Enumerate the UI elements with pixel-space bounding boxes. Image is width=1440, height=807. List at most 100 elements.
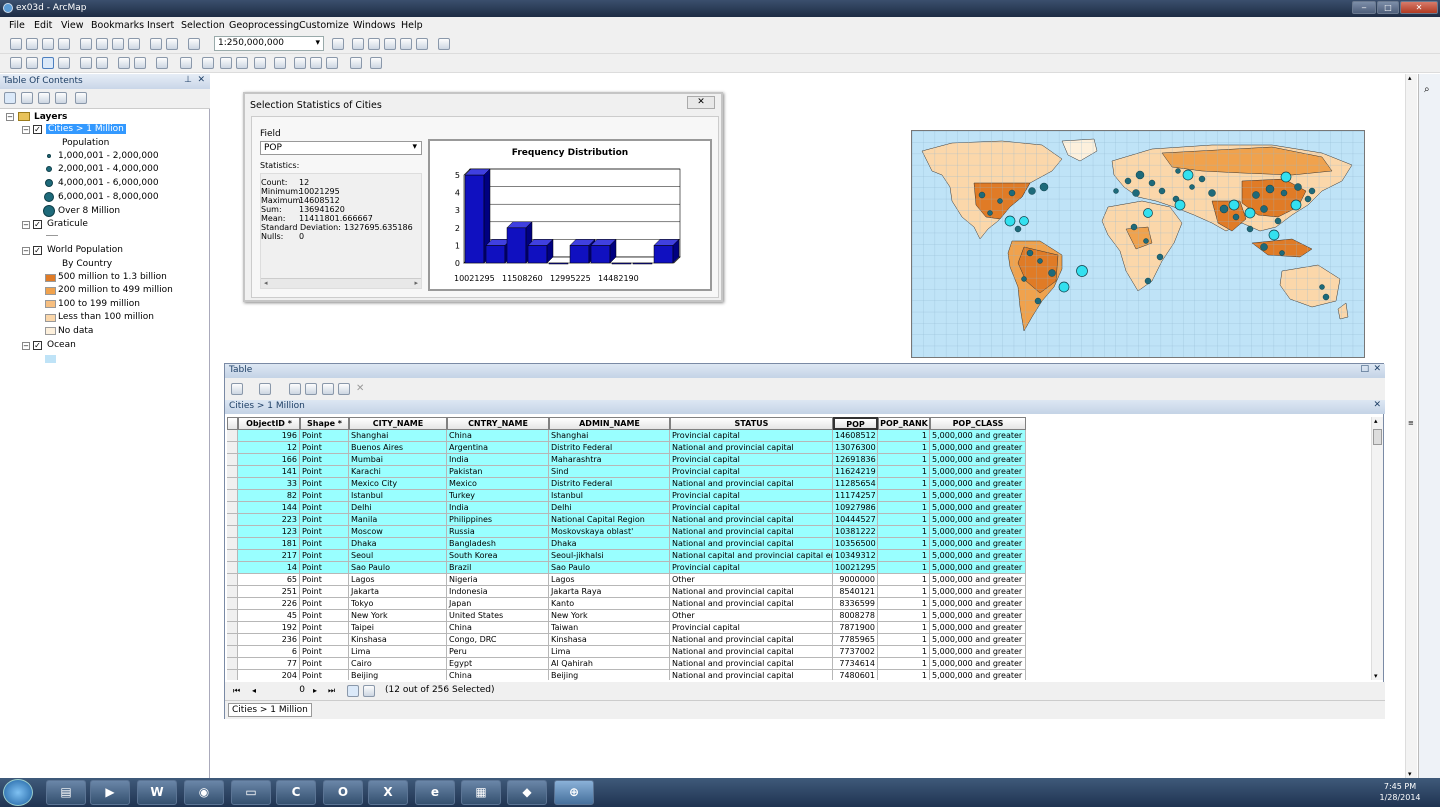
- search-side-tab[interactable]: ⌕: [1418, 74, 1440, 778]
- cell-cntry-name[interactable]: China: [447, 622, 549, 634]
- next-record-icon[interactable]: ▸: [313, 686, 317, 695]
- cell-admin-name[interactable]: Moskovskaya oblast': [549, 526, 670, 538]
- cell-pop-rank[interactable]: 1: [878, 574, 930, 586]
- search-window-icon[interactable]: [384, 38, 396, 50]
- table-row[interactable]: 14 Point Sao Paulo Brazil Sao Paulo Provincia…: [227, 562, 1027, 574]
- arccatalog-icon[interactable]: ◆: [507, 780, 547, 805]
- cell-city-name[interactable]: Tokyo: [349, 598, 447, 610]
- expand-ocean-icon[interactable]: −: [22, 342, 30, 350]
- cell-objectid[interactable]: 6: [238, 646, 300, 658]
- cell-cntry-name[interactable]: India: [447, 502, 549, 514]
- cell-pop-rank[interactable]: 1: [878, 442, 930, 454]
- cell-pop-rank[interactable]: 1: [878, 670, 930, 680]
- cell-objectid[interactable]: 82: [238, 490, 300, 502]
- table-row[interactable]: 33 Point Mexico City Mexico Distrito Federal…: [227, 478, 1027, 490]
- delete-icon[interactable]: [128, 38, 140, 50]
- cell-pop-rank[interactable]: 1: [878, 598, 930, 610]
- system-clock[interactable]: 7:45 PM 1/28/2014: [1370, 781, 1430, 803]
- cell-cntry-name[interactable]: Turkey: [447, 490, 549, 502]
- cell-status[interactable]: National and provincial capital: [670, 658, 833, 670]
- cell-pop-class[interactable]: 5,000,000 and greater: [930, 526, 1026, 538]
- cell-pop[interactable]: 10021295: [833, 562, 878, 574]
- field-select[interactable]: POP ▾: [260, 141, 422, 155]
- back-extent-icon[interactable]: [118, 57, 130, 69]
- cell-cntry-name[interactable]: Congo, DRC: [447, 634, 549, 646]
- cell-objectid[interactable]: 144: [238, 502, 300, 514]
- arctoolbox-icon[interactable]: [400, 38, 412, 50]
- cell-pop-rank[interactable]: 1: [878, 634, 930, 646]
- editor-icon[interactable]: [332, 38, 344, 50]
- cell-status[interactable]: National and provincial capital: [670, 514, 833, 526]
- cell-status[interactable]: National and provincial capital: [670, 538, 833, 550]
- table-row[interactable]: 123 Point Moscow Russia Moskovskaya oblast' N…: [227, 526, 1027, 538]
- cell-cntry-name[interactable]: Japan: [447, 598, 549, 610]
- column-header-objectid[interactable]: ObjectID *: [238, 417, 300, 430]
- cell-pop-rank[interactable]: 1: [878, 514, 930, 526]
- cell-status[interactable]: Provincial capital: [670, 502, 833, 514]
- cell-city-name[interactable]: Taipei: [349, 622, 447, 634]
- row-selector[interactable]: [227, 550, 238, 562]
- cell-city-name[interactable]: Manila: [349, 514, 447, 526]
- clear-selection-icon[interactable]: [322, 383, 334, 395]
- row-selector[interactable]: [227, 454, 238, 466]
- cell-city-name[interactable]: Istanbul: [349, 490, 447, 502]
- forward-extent-icon[interactable]: [134, 57, 146, 69]
- cell-pop-class[interactable]: 5,000,000 and greater: [930, 514, 1026, 526]
- cell-objectid[interactable]: 223: [238, 514, 300, 526]
- fixed-zoom-in-icon[interactable]: [80, 57, 92, 69]
- dialog-close-button[interactable]: ✕: [687, 96, 715, 109]
- cell-cntry-name[interactable]: Peru: [447, 646, 549, 658]
- table-tab-cities[interactable]: Cities > 1 Million: [228, 703, 312, 717]
- world-population-visibility-checkbox[interactable]: ✓: [33, 246, 42, 255]
- list-by-visibility-icon[interactable]: [38, 92, 50, 104]
- cell-pop-class[interactable]: 5,000,000 and greater: [930, 490, 1026, 502]
- identify-icon[interactable]: [220, 57, 232, 69]
- cell-status[interactable]: National and provincial capital: [670, 478, 833, 490]
- cell-admin-name[interactable]: Dhaka: [549, 538, 670, 550]
- select-elements-icon[interactable]: [202, 57, 214, 69]
- cell-pop[interactable]: 7480601: [833, 670, 878, 680]
- cell-admin-name[interactable]: Lima: [549, 646, 670, 658]
- python-window-icon[interactable]: [416, 38, 428, 50]
- cell-admin-name[interactable]: Shanghai: [549, 430, 670, 442]
- cell-pop[interactable]: 11624219: [833, 466, 878, 478]
- cell-pop-class[interactable]: 5,000,000 and greater: [930, 586, 1026, 598]
- table-row[interactable]: 192 Point Taipei China Taiwan Provincial capi…: [227, 622, 1027, 634]
- related-tables-icon[interactable]: [259, 383, 271, 395]
- cell-shape[interactable]: Point: [300, 562, 349, 574]
- scroll-grip-icon[interactable]: ≡: [1408, 419, 1414, 427]
- cell-pop[interactable]: 8008278: [833, 610, 878, 622]
- cell-admin-name[interactable]: Distrito Federal: [549, 478, 670, 490]
- new-icon[interactable]: [10, 38, 22, 50]
- cell-admin-name[interactable]: Maharashtra: [549, 454, 670, 466]
- pin-icon[interactable]: ⊥: [184, 75, 192, 85]
- cities-visibility-checkbox[interactable]: ✓: [33, 125, 42, 134]
- cut-icon[interactable]: [80, 38, 92, 50]
- cell-admin-name[interactable]: Sind: [549, 466, 670, 478]
- cell-cntry-name[interactable]: Russia: [447, 526, 549, 538]
- cell-objectid[interactable]: 33: [238, 478, 300, 490]
- cell-city-name[interactable]: Dhaka: [349, 538, 447, 550]
- cell-admin-name[interactable]: Sao Paulo: [549, 562, 670, 574]
- row-selector[interactable]: [227, 586, 238, 598]
- cell-shape[interactable]: Point: [300, 610, 349, 622]
- layer-ocean-label[interactable]: Ocean: [47, 340, 76, 350]
- cell-pop[interactable]: 14608512: [833, 430, 878, 442]
- cell-pop[interactable]: 11285654: [833, 478, 878, 490]
- catalog-window-icon[interactable]: [368, 38, 380, 50]
- row-selector[interactable]: [227, 670, 238, 680]
- cell-cntry-name[interactable]: Mexico: [447, 478, 549, 490]
- file-explorer-icon[interactable]: ▤: [46, 780, 86, 805]
- cell-city-name[interactable]: Jakarta: [349, 586, 447, 598]
- citrix-icon[interactable]: C: [276, 780, 316, 805]
- cell-objectid[interactable]: 141: [238, 466, 300, 478]
- cell-admin-name[interactable]: Kinshasa: [549, 634, 670, 646]
- cell-pop-class[interactable]: 5,000,000 and greater: [930, 478, 1026, 490]
- cell-status[interactable]: National and provincial capital: [670, 646, 833, 658]
- cell-shape[interactable]: Point: [300, 538, 349, 550]
- cell-cntry-name[interactable]: United States: [447, 610, 549, 622]
- menu-help[interactable]: Help: [401, 20, 423, 31]
- cell-pop-class[interactable]: 5,000,000 and greater: [930, 610, 1026, 622]
- row-selector[interactable]: [227, 658, 238, 670]
- cell-pop-rank[interactable]: 1: [878, 490, 930, 502]
